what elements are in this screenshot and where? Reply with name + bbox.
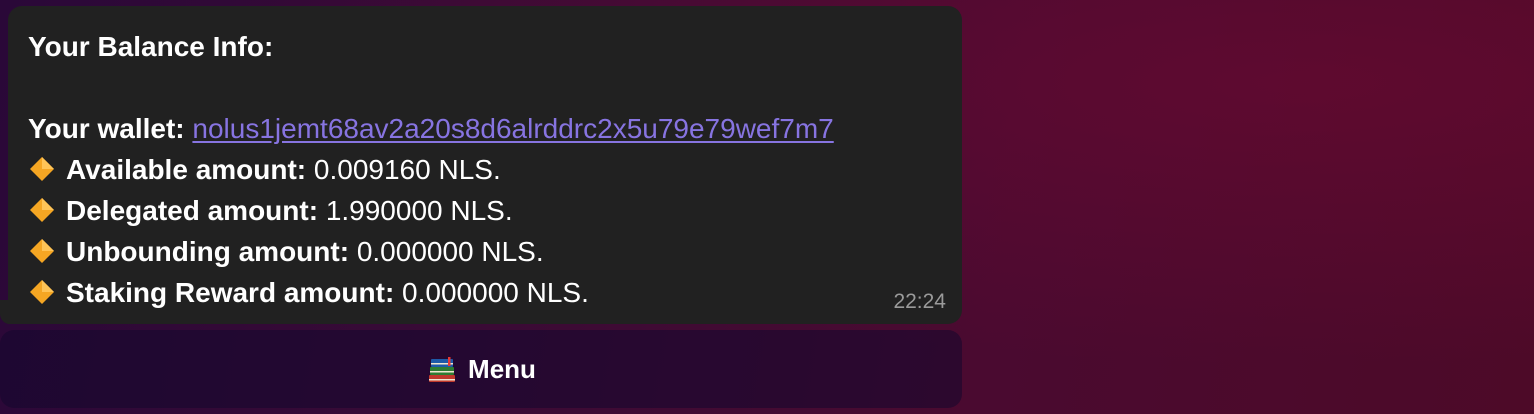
orange-diamond-icon xyxy=(28,196,56,224)
menu-button-label: Menu xyxy=(468,353,536,384)
orange-diamond-icon xyxy=(28,278,56,306)
wallet-line: Your wallet: nolus1jemt68av2a20s8d6alrdd… xyxy=(28,108,946,149)
balance-label: Unbounding amount: xyxy=(66,236,350,267)
balance-value: 1.990000 NLS. xyxy=(325,195,513,226)
balance-row-delegated: Delegated amount: 1.990000 NLS. xyxy=(28,190,946,231)
wallet-label: Your wallet: xyxy=(28,113,185,144)
balance-value: 0.000000 NLS. xyxy=(356,236,544,267)
balance-label: Available amount: xyxy=(66,154,307,185)
books-icon xyxy=(426,353,458,385)
message-bubble: Your Balance Info: Your wallet: nolus1je… xyxy=(8,6,962,324)
balance-value: 0.009160 NLS. xyxy=(313,154,501,185)
wallet-address-link[interactable]: nolus1jemt68av2a20s8d6alrddrc2x5u79e79we… xyxy=(192,113,833,144)
balance-label: Delegated amount: xyxy=(66,195,319,226)
balance-row-available: Available amount: 0.009160 NLS. xyxy=(28,149,946,190)
orange-diamond-icon xyxy=(28,237,56,265)
message-timestamp: 22:24 xyxy=(893,290,946,313)
balance-value: 0.000000 NLS. xyxy=(402,277,589,308)
message-title: Your Balance Info: xyxy=(28,31,274,62)
orange-diamond-icon xyxy=(28,155,56,183)
balance-label: Staking Reward amount: xyxy=(66,277,395,308)
menu-button[interactable]: Menu xyxy=(0,330,962,408)
balance-row-staking-reward: Staking Reward amount: 0.000000 NLS. xyxy=(28,272,946,313)
balance-row-unbounding: Unbounding amount: 0.000000 NLS. xyxy=(28,231,946,272)
